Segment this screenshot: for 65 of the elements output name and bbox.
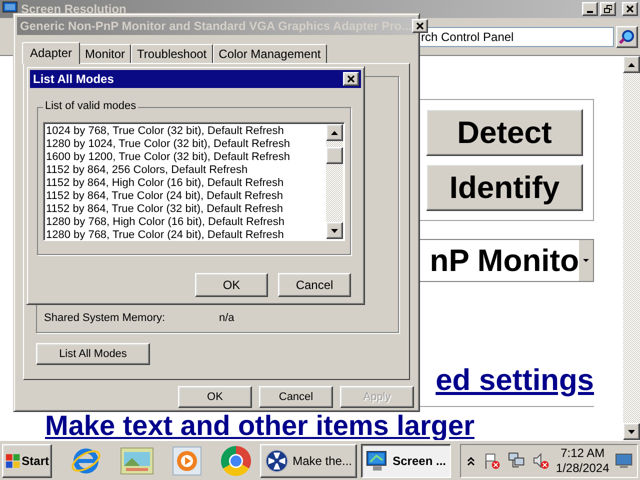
- restore-button[interactable]: [600, 2, 616, 16]
- start-button[interactable]: Start: [2, 444, 52, 478]
- scroll-up-button[interactable]: [326, 124, 343, 141]
- tab[interactable]: Monitor: [79, 44, 132, 63]
- dialog-title: List All Modes: [33, 72, 115, 86]
- scroll-down-button[interactable]: [623, 423, 640, 440]
- group-label: List of valid modes: [43, 100, 138, 112]
- flag-icon[interactable]: [482, 452, 501, 470]
- dialog-button[interactable]: Cancel: [278, 273, 351, 297]
- chevron-icon: [466, 456, 475, 466]
- dialog-button[interactable]: Cancel: [259, 386, 333, 408]
- mode-item[interactable]: 1024 by 768, True Color (32 bit), Default Refresh: [46, 125, 324, 138]
- taskbar-button[interactable]: Screen ...: [361, 444, 451, 478]
- scrollbar[interactable]: [623, 55, 640, 440]
- browser-icon[interactable]: [220, 444, 252, 476]
- mode-item[interactable]: 1152 by 864, True Color (24 bit), Default Refresh: [46, 190, 324, 203]
- tab[interactable]: Troubleshoot: [131, 44, 213, 63]
- tab[interactable]: Color Management: [212, 44, 327, 63]
- close-button[interactable]: [343, 72, 359, 86]
- play-icon[interactable]: [172, 446, 202, 476]
- down-arrow-icon: [628, 430, 635, 434]
- close-button[interactable]: [622, 2, 638, 16]
- dropdown-arrow-icon: [583, 259, 589, 262]
- dialog-button[interactable]: OK: [178, 386, 252, 408]
- scroll-thumb[interactable]: [326, 147, 343, 164]
- tab[interactable]: Adapter: [22, 42, 80, 64]
- identify-button[interactable]: Identify: [426, 164, 583, 211]
- close-icon: [416, 22, 424, 30]
- mode-item[interactable]: 1280 by 768, High Color (16 bit), Default Refresh: [46, 216, 324, 229]
- speaker-icon[interactable]: [532, 452, 550, 470]
- mode-item[interactable]: 1152 by 864, High Color (16 bit), Default Refresh: [46, 177, 324, 190]
- taskbar-button[interactable]: Make the...: [260, 444, 357, 478]
- minimize-button[interactable]: [582, 2, 598, 16]
- restore-icon: [604, 5, 612, 13]
- detect-button[interactable]: Detect: [426, 109, 583, 156]
- display-dropdown[interactable]: nP Monito: [418, 239, 594, 282]
- close-icon: [626, 5, 634, 13]
- mode-item[interactable]: 1280 by 1024, True Color (32 bit), Default Refresh: [46, 138, 324, 151]
- advanced-settings-link[interactable]: ed settings: [436, 364, 594, 398]
- up-arrow-icon: [628, 62, 635, 66]
- info-label: Shared System Memory:: [44, 312, 166, 324]
- network-icon[interactable]: [506, 452, 526, 470]
- close-icon: [347, 75, 355, 83]
- mode-item[interactable]: 1152 by 864, True Color (32 bit), Default Refresh: [46, 203, 324, 216]
- dialog-button[interactable]: OK: [195, 273, 268, 297]
- up-arrow-icon: [331, 130, 338, 134]
- search-button[interactable]: [616, 26, 638, 48]
- list-all-modes-button[interactable]: List All Modes: [36, 343, 150, 365]
- info-value: n/a: [219, 312, 236, 324]
- scroll-down-button[interactable]: [326, 222, 343, 239]
- fan-icon: [265, 446, 289, 474]
- modes-list[interactable]: [43, 122, 345, 241]
- search-icon: [618, 28, 636, 46]
- clock[interactable]: 7:12 AM 1/28/2024: [556, 446, 610, 476]
- text-size-link[interactable]: Make text and other items larger: [45, 412, 474, 439]
- down-arrow-icon: [331, 228, 338, 232]
- scroll-up-button[interactable]: [623, 56, 640, 73]
- close-button[interactable]: [412, 19, 428, 33]
- mode-item[interactable]: 1152 by 864, 256 Colors, Default Refresh: [46, 164, 324, 177]
- mode-item[interactable]: 1280 by 768, True Color (24 bit), Default Refresh: [46, 229, 324, 240]
- scrollbar[interactable]: [326, 124, 343, 239]
- window-title: Screen Resolution: [21, 2, 128, 16]
- windows-flag-icon: [5, 452, 21, 468]
- mode-item[interactable]: 1600 by 1200, True Color (32 bit), Default Refresh: [46, 151, 324, 164]
- desktop-icon[interactable]: [615, 452, 633, 468]
